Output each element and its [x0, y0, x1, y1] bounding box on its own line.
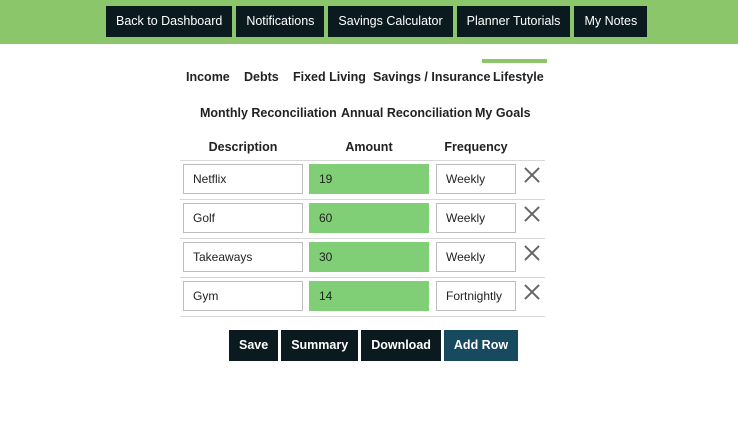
top-bar: Back to Dashboard Notifications Savings … [0, 0, 738, 44]
my-notes-button[interactable]: My Notes [574, 6, 648, 37]
description-input[interactable]: Golf [183, 203, 303, 233]
frequency-select[interactable]: Weekly [436, 242, 516, 272]
notifications-button[interactable]: Notifications [236, 6, 325, 37]
close-icon[interactable] [524, 284, 540, 300]
tab-debts[interactable]: Debts [244, 70, 279, 84]
table-row: Golf 60 Weekly [180, 199, 545, 238]
active-tab-indicator [482, 59, 547, 63]
tab-lifestyle[interactable]: Lifestyle [493, 70, 544, 84]
frequency-select[interactable]: Weekly [436, 203, 516, 233]
back-to-dashboard-button[interactable]: Back to Dashboard [106, 6, 233, 37]
top-nav: Back to Dashboard Notifications Savings … [106, 6, 648, 37]
frequency-select[interactable]: Fortnightly [436, 281, 516, 311]
table-row: Takeaways 30 Weekly [180, 238, 545, 277]
table-row: Netflix 19 Weekly [180, 160, 545, 199]
table-row: Gym 14 Fortnightly [180, 277, 545, 317]
amount-input[interactable]: 19 [309, 164, 429, 194]
save-button[interactable]: Save [229, 330, 279, 361]
tab-my-goals[interactable]: My Goals [475, 106, 531, 120]
amount-input[interactable]: 14 [309, 281, 429, 311]
summary-button[interactable]: Summary [281, 330, 359, 361]
close-icon[interactable] [524, 206, 540, 222]
amount-input[interactable]: 30 [309, 242, 429, 272]
planner-tutorials-button[interactable]: Planner Tutorials [456, 6, 571, 37]
savings-calculator-button[interactable]: Savings Calculator [328, 6, 453, 37]
description-input[interactable]: Takeaways [183, 242, 303, 272]
amount-input[interactable]: 60 [309, 203, 429, 233]
tabs-row-1: Income Debts Fixed Living Savings / Insu… [180, 59, 550, 94]
action-buttons: Save Summary Download Add Row [229, 330, 519, 361]
tab-income[interactable]: Income [186, 70, 230, 84]
download-button[interactable]: Download [361, 330, 441, 361]
lifestyle-table: Netflix 19 Weekly Golf 60 Weekly Takeawa… [180, 160, 545, 317]
tabs-row-2: Monthly Reconciliation Annual Reconcilia… [190, 100, 540, 126]
header-amount: Amount [345, 140, 393, 154]
tab-fixed-living[interactable]: Fixed Living [293, 70, 366, 84]
tab-monthly-reconciliation[interactable]: Monthly Reconciliation [200, 106, 337, 120]
close-icon[interactable] [524, 167, 540, 183]
close-icon[interactable] [524, 245, 540, 261]
description-input[interactable]: Netflix [183, 164, 303, 194]
tab-annual-reconciliation[interactable]: Annual Reconciliation [341, 106, 472, 120]
header-description: Description [208, 140, 278, 154]
add-row-button[interactable]: Add Row [443, 330, 519, 361]
description-input[interactable]: Gym [183, 281, 303, 311]
tab-savings-insurance[interactable]: Savings / Insurance [373, 70, 490, 84]
frequency-select[interactable]: Weekly [436, 164, 516, 194]
header-frequency: Frequency [444, 140, 508, 154]
